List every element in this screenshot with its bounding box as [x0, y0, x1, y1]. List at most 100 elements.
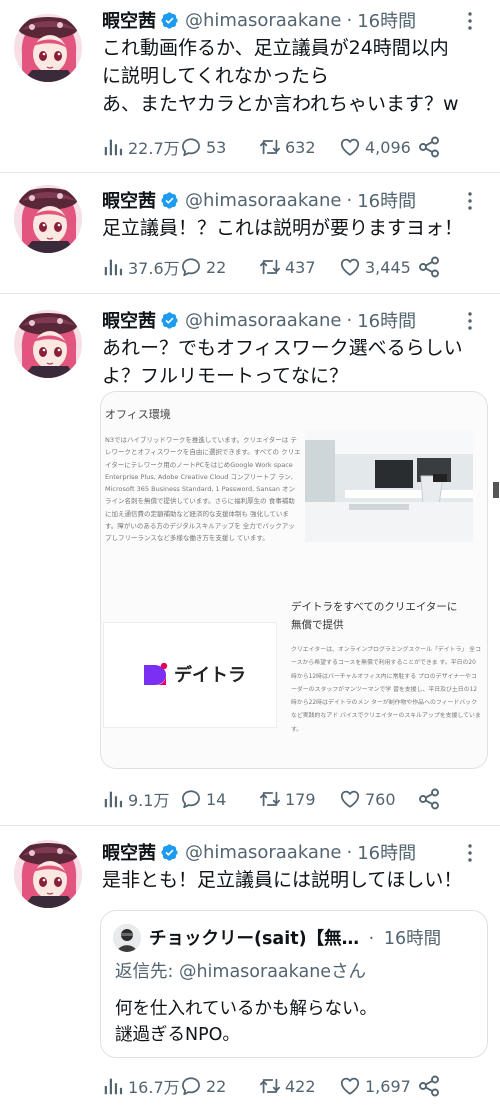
verified-badge-icon	[160, 11, 179, 30]
quote-display-name[interactable]: チョックリー(sait)【無…	[149, 929, 359, 949]
tweet-1[interactable]: 暇空茜 @himasoraakane · 16時間 これ動画作るか、足立議員が2…	[0, 0, 500, 173]
avatar[interactable]	[14, 310, 82, 378]
quote-avatar[interactable]	[113, 924, 141, 952]
views-icon	[102, 788, 124, 810]
retweet-button[interactable]: 422	[259, 1072, 316, 1100]
retweet-count: 437	[285, 257, 316, 277]
tweet-header: 暇空茜 @himasoraakane · 16時間	[102, 307, 416, 333]
like-icon	[339, 256, 361, 278]
retweet-icon	[259, 256, 281, 278]
tweet-text: 足立議員！？これは説明が要りますヨォ！	[102, 217, 464, 239]
quote-reply-to[interactable]: 返信先: @himasoraakaneさん	[115, 958, 366, 983]
display-name[interactable]: 暇空茜	[102, 307, 156, 333]
views-icon	[102, 256, 124, 278]
reply-icon	[180, 1075, 202, 1097]
reply-count: 14	[206, 789, 227, 809]
retweet-icon	[259, 136, 281, 158]
avatar[interactable]	[14, 14, 82, 82]
reply-button[interactable]: 22	[180, 1072, 226, 1100]
like-button[interactable]: 4,096	[339, 133, 411, 161]
like-icon	[339, 1075, 361, 1097]
share-icon[interactable]	[417, 255, 441, 279]
timestamp[interactable]: 16時間	[357, 187, 416, 213]
retweet-icon	[259, 788, 281, 810]
retweet-count: 179	[285, 789, 316, 809]
avatar[interactable]	[14, 840, 82, 908]
attached-image[interactable]: オフィス環境 N3ではハイブリッドワークを推進しています。クリエイターは テレワ…	[100, 391, 488, 769]
like-count: 4,096	[365, 137, 411, 157]
user-handle[interactable]: @himasoraakane	[185, 842, 341, 863]
image-subheading: デイトラをすべてのクリエイターに 無償で提供	[291, 601, 458, 631]
reply-icon	[180, 788, 202, 810]
like-count: 760	[365, 789, 396, 809]
reply-button[interactable]: 53	[180, 133, 226, 161]
like-button[interactable]: 3,445	[339, 253, 411, 281]
retweet-count: 422	[285, 1076, 316, 1096]
user-handle[interactable]: @himasoraakane	[185, 10, 341, 31]
quote-header: チョックリー(sait)【無… · 16時間	[149, 925, 441, 950]
retweet-button[interactable]: 437	[259, 253, 316, 281]
reply-count: 22	[206, 257, 227, 277]
action-bar: 16.7万 22 422 1,697	[102, 1072, 492, 1100]
retweet-icon	[259, 1075, 281, 1097]
views-button[interactable]: 9.1万	[102, 785, 169, 813]
views-button[interactable]: 22.7万	[102, 133, 180, 161]
display-name[interactable]: 暇空茜	[102, 7, 156, 33]
views-count: 22.7万	[128, 139, 180, 158]
more-options-icon[interactable]	[458, 189, 482, 213]
views-icon	[102, 1075, 124, 1097]
avatar[interactable]	[14, 185, 82, 253]
daytra-logo-icon	[144, 662, 168, 685]
user-handle[interactable]: @himasoraakane	[185, 310, 341, 331]
action-bar: 9.1万 14 179 760	[102, 785, 492, 813]
share-icon[interactable]	[417, 135, 441, 159]
share-icon[interactable]	[417, 787, 441, 811]
daytra-logo-text: デイトラ	[174, 665, 246, 686]
reply-icon	[180, 256, 202, 278]
reply-icon	[180, 136, 202, 158]
reply-button[interactable]: 22	[180, 253, 226, 281]
quote-text: 何を仕入れているかも解らない。 謎過ぎるNPO。	[115, 999, 377, 1045]
quote-separator-dot: ·	[368, 929, 375, 949]
timestamp[interactable]: 16時間	[357, 839, 416, 865]
like-icon	[339, 788, 361, 810]
views-button[interactable]: 16.7万	[102, 1072, 180, 1100]
quoted-tweet[interactable]: チョックリー(sait)【無… · 16時間 返信先: @himasoraaka…	[100, 910, 488, 1058]
tweet-4[interactable]: 暇空茜 @himasoraakane · 16時間 是非とも！足立議員には説明し…	[0, 826, 500, 1117]
reply-count: 53	[206, 137, 227, 157]
more-options-icon[interactable]	[458, 841, 482, 865]
daytra-logo-card: デイトラ	[103, 622, 277, 728]
action-bar: 22.7万 53 632 4,096	[102, 133, 492, 161]
display-name[interactable]: 暇空茜	[102, 839, 156, 865]
image-heading: オフィス環境	[105, 408, 171, 421]
timestamp[interactable]: 16時間	[357, 7, 416, 33]
like-button[interactable]: 1,697	[339, 1072, 411, 1100]
quote-timestamp[interactable]: 16時間	[384, 929, 441, 949]
user-handle[interactable]: @himasoraakane	[185, 190, 341, 211]
like-icon	[339, 136, 361, 158]
share-icon[interactable]	[417, 1074, 441, 1098]
views-count: 16.7万	[128, 1078, 180, 1097]
tweet-header: 暇空茜 @himasoraakane · 16時間	[102, 839, 416, 865]
more-options-icon[interactable]	[458, 309, 482, 333]
timestamp[interactable]: 16時間	[357, 307, 416, 333]
scrollbar-thumb[interactable]	[493, 482, 499, 498]
retweet-count: 632	[285, 137, 316, 157]
more-options-icon[interactable]	[458, 9, 482, 33]
like-count: 1,697	[365, 1076, 411, 1096]
verified-badge-icon	[160, 191, 179, 210]
retweet-button[interactable]: 632	[259, 133, 316, 161]
tweet-3[interactable]: 暇空茜 @himasoraakane · 16時間 あれー？でもオフィスワーク選…	[0, 294, 500, 826]
like-button[interactable]: 760	[339, 785, 396, 813]
retweet-button[interactable]: 179	[259, 785, 316, 813]
tweet-2[interactable]: 暇空茜 @himasoraakane · 16時間 足立議員！？これは説明が要り…	[0, 173, 500, 294]
reply-button[interactable]: 14	[180, 785, 226, 813]
display-name[interactable]: 暇空茜	[102, 187, 156, 213]
action-bar: 37.6万 22 437 3,445	[102, 253, 492, 281]
separator-dot: ·	[346, 841, 353, 863]
views-icon	[102, 136, 124, 158]
tweet-text: これ動画作るか、足立議員が24時間以内 に説明してくれなかったら あ、またヤカラ…	[102, 37, 459, 115]
tweet-header: 暇空茜 @himasoraakane · 16時間	[102, 187, 416, 213]
views-button[interactable]: 37.6万	[102, 253, 180, 281]
image-paragraph: N3ではハイブリッドワークを推進しています。クリエイターは テレワークとオフィス…	[105, 436, 301, 543]
